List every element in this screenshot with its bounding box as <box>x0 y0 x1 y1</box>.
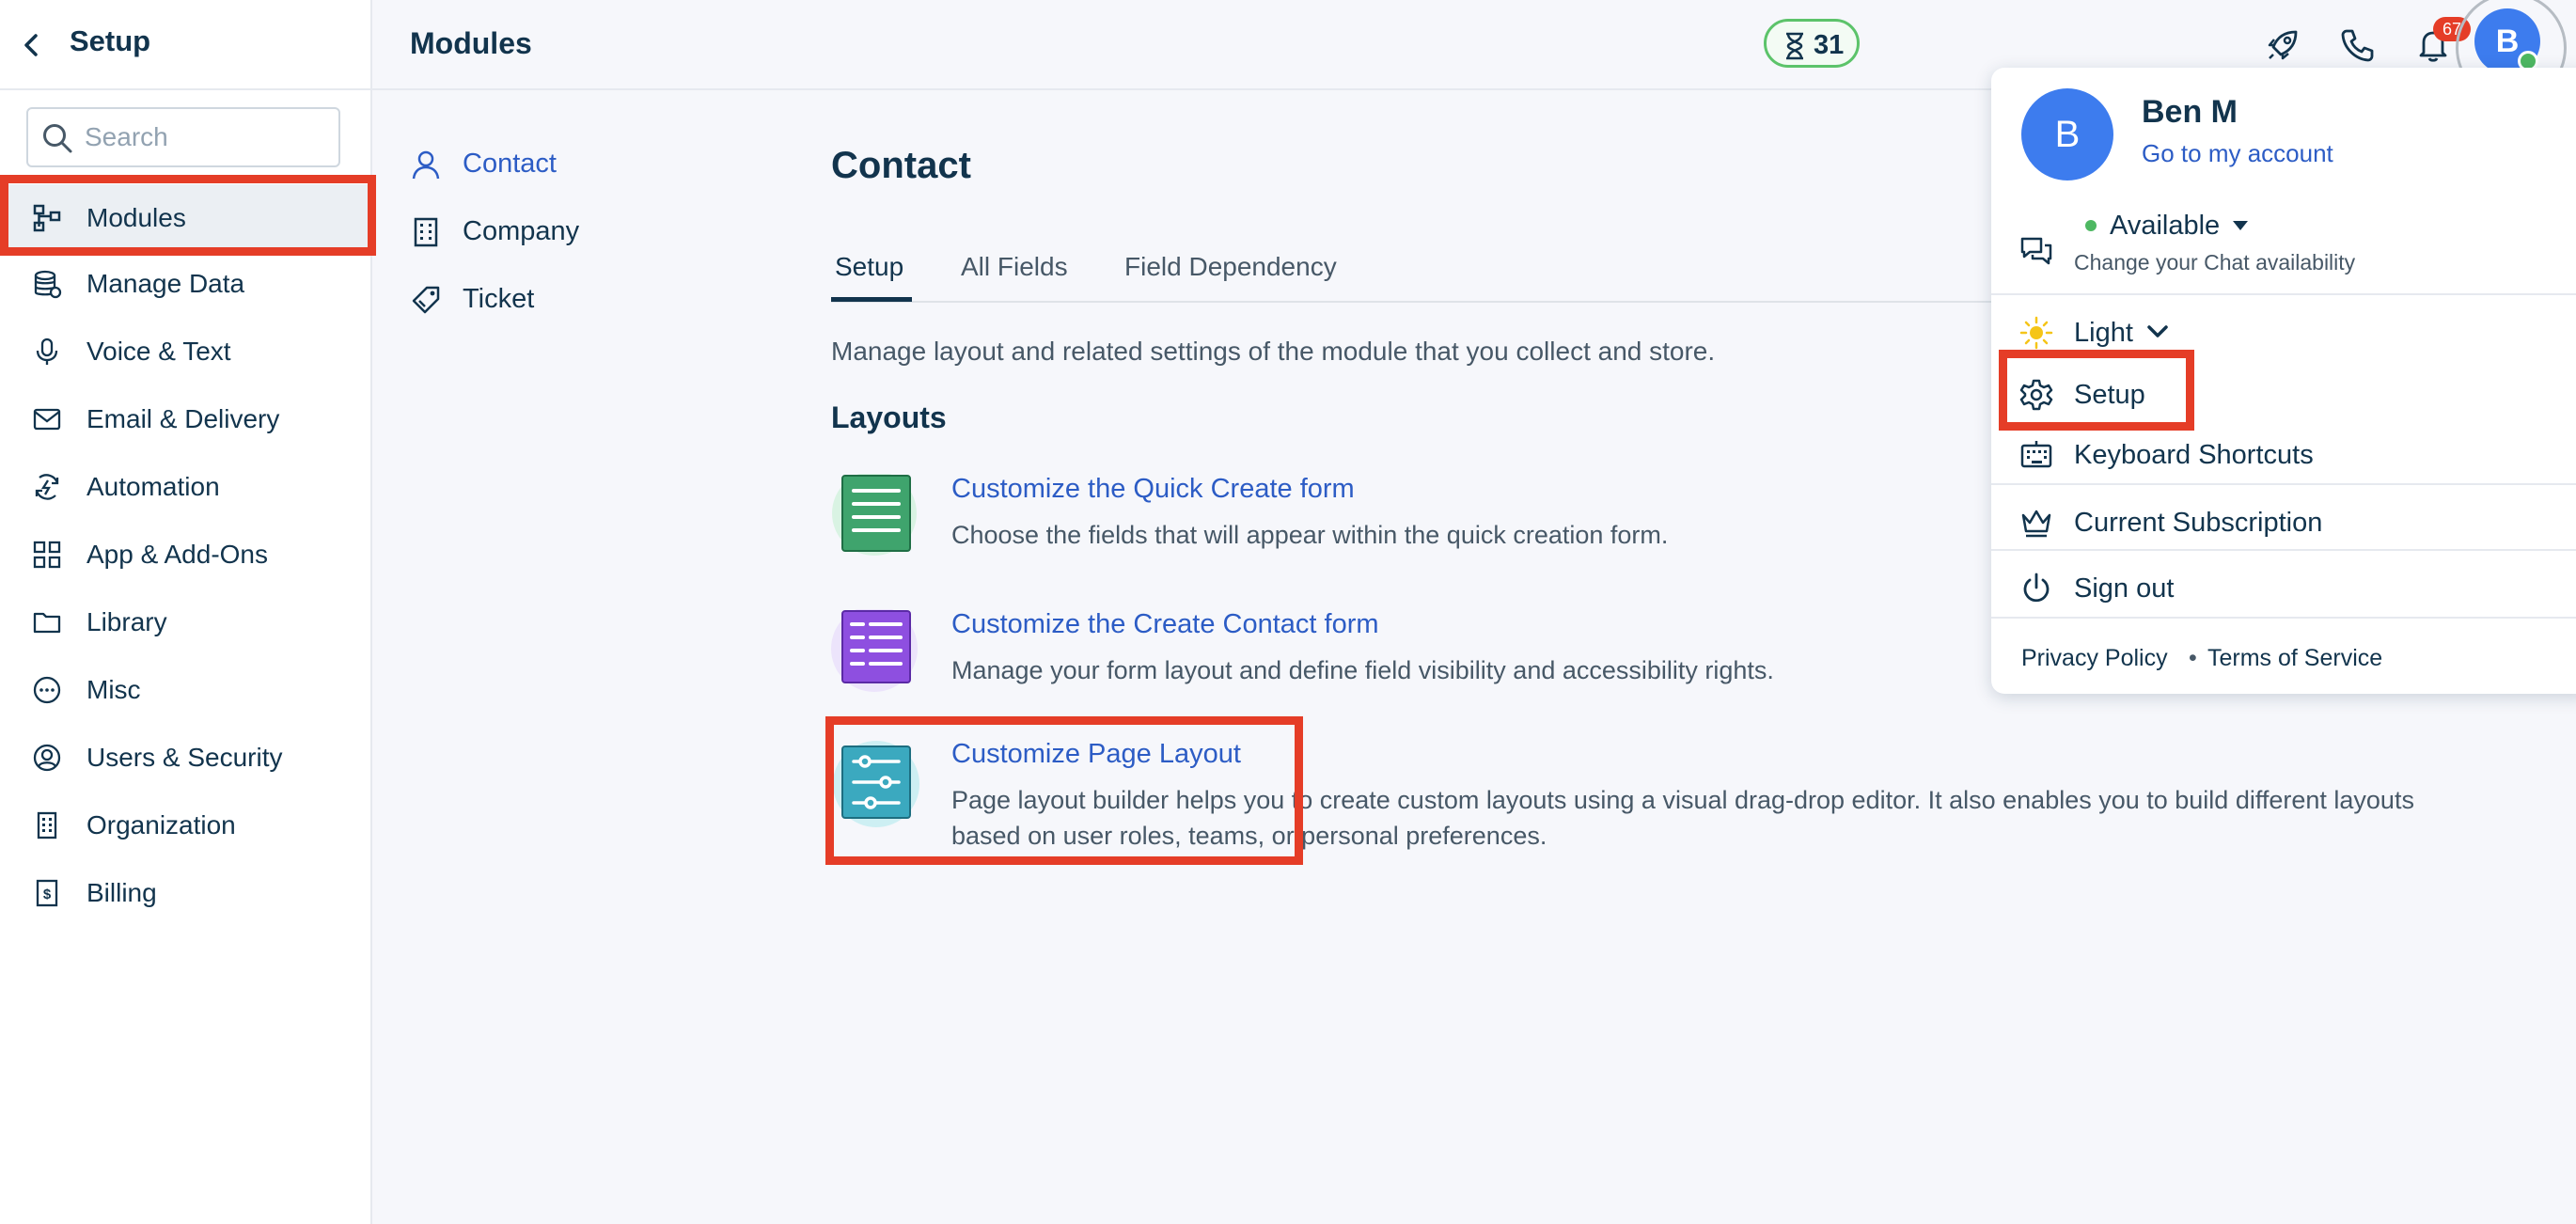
privacy-policy-link[interactable]: Privacy Policy <box>2021 645 2168 672</box>
microphone-icon <box>36 337 58 365</box>
footer-separator: • <box>2189 645 2197 671</box>
sun-icon <box>2019 316 2053 350</box>
search-input[interactable] <box>85 118 329 156</box>
rocket-icon[interactable] <box>2264 26 2301 64</box>
divider <box>1991 293 2576 295</box>
sidebar-item-label: Voice & Text <box>86 337 231 366</box>
available-dot <box>2085 220 2097 231</box>
active-tab-indicator <box>831 297 912 302</box>
hourglass-icon <box>1786 32 1803 60</box>
envelope-icon <box>33 408 61 431</box>
tab-setup[interactable]: Setup <box>835 252 903 303</box>
person-icon <box>412 150 440 180</box>
chat-icon <box>2020 237 2052 265</box>
highlight-page-layout <box>825 716 1303 865</box>
contact-form-icon <box>831 609 918 692</box>
sidebar-item-email-delivery[interactable]: Email & Delivery <box>0 385 370 451</box>
tab-field-dependency[interactable]: Field Dependency <box>1124 252 1337 303</box>
module-description: Manage layout and related settings of th… <box>831 337 1716 366</box>
trial-days-count: 31 <box>1814 30 1845 60</box>
sidebar-header: Setup <box>0 0 370 90</box>
subnav-label: Contact <box>463 149 557 179</box>
quick-form-icon <box>832 474 917 556</box>
automation-icon <box>35 474 59 500</box>
sidebar-item-users-security[interactable]: Users & Security <box>0 724 370 790</box>
subnav-item-ticket[interactable]: Ticket <box>406 273 716 325</box>
sidebar-title: Setup <box>70 24 151 57</box>
sidebar-item-voice-text[interactable]: Voice & Text <box>0 318 370 384</box>
sidebar-item-library[interactable]: Library <box>0 588 370 654</box>
keyboard-icon <box>2020 441 2052 468</box>
sidebar-item-manage-data[interactable]: Manage Data <box>0 250 370 316</box>
caret-down-icon <box>2233 221 2248 230</box>
availability-row[interactable]: Available Change your Chat availability <box>1991 207 2576 291</box>
more-circle-icon <box>33 676 61 704</box>
phone-icon[interactable] <box>2339 26 2377 64</box>
subnav-label: Company <box>463 216 580 246</box>
apps-grid-icon <box>33 541 61 569</box>
sidebar-item-apps[interactable]: App & Add-Ons <box>0 521 370 587</box>
user-circle-icon <box>33 744 61 772</box>
sidebar-item-organization[interactable]: Organization <box>0 792 370 857</box>
user-name: Ben M <box>2142 94 2238 130</box>
sidebar-item-billing[interactable]: $ Billing <box>0 859 370 925</box>
keyboard-label: Keyboard Shortcuts <box>2074 440 2314 470</box>
theme-label: Light <box>2074 318 2133 348</box>
building-icon <box>414 217 438 247</box>
module-title: Contact <box>831 145 971 186</box>
keyboard-shortcuts-item[interactable]: Keyboard Shortcuts <box>1991 429 2576 481</box>
tab-all-fields[interactable]: All Fields <box>961 252 1068 303</box>
page-title: Modules <box>410 26 532 60</box>
trial-days-badge[interactable]: 31 <box>1764 19 1860 68</box>
sidebar-item-label: Manage Data <box>86 269 245 298</box>
subscription-label: Current Subscription <box>2074 508 2323 538</box>
terms-of-service-link[interactable]: Terms of Service <box>2207 645 2382 672</box>
subscription-item[interactable]: Current Subscription <box>1991 494 2576 549</box>
layout-link[interactable]: Customize the Create Contact form <box>951 609 1379 640</box>
chevron-down-icon <box>2147 325 2168 337</box>
svg-text:$: $ <box>43 887 52 902</box>
sidebar-item-label: Library <box>86 607 167 636</box>
highlight-modules <box>0 175 376 256</box>
sidebar-item-label: App & Add-Ons <box>86 540 269 569</box>
divider <box>1991 483 2576 485</box>
search-icon <box>43 124 72 153</box>
sidebar-item-label: Misc <box>86 675 141 704</box>
sign-out-label: Sign out <box>2074 573 2175 604</box>
billing-icon: $ <box>36 879 58 907</box>
sign-out-item[interactable]: Sign out <box>1991 560 2576 615</box>
availability-status: Available <box>2110 211 2221 241</box>
crown-icon <box>2021 510 2051 538</box>
sidebar-item-label: Email & Delivery <box>86 404 280 433</box>
sidebar-item-label: Billing <box>86 878 157 907</box>
sidebar-item-misc[interactable]: Misc <box>0 656 370 722</box>
power-icon <box>2023 573 2050 603</box>
layouts-heading: Layouts <box>831 400 947 434</box>
divider <box>1991 549 2576 551</box>
divider <box>1991 617 2576 619</box>
sidebar-item-label: Automation <box>86 472 220 501</box>
sidebar-item-label: Organization <box>86 810 236 840</box>
highlight-setup <box>1999 350 2194 431</box>
layout-link[interactable]: Customize the Quick Create form <box>951 474 1355 505</box>
subnav-label: Ticket <box>463 284 535 314</box>
building-icon <box>37 811 57 840</box>
back-arrow-icon[interactable] <box>21 26 41 64</box>
search-box[interactable] <box>26 107 340 167</box>
subnav-item-company[interactable]: Company <box>406 205 716 258</box>
sidebar-item-label: Users & Security <box>86 743 283 772</box>
database-icon <box>34 270 62 299</box>
dropdown-avatar: B <box>2021 88 2113 180</box>
sidebar-item-automation[interactable]: Automation <box>0 453 370 519</box>
my-account-link[interactable]: Go to my account <box>2142 139 2333 168</box>
ticket-icon <box>412 286 440 314</box>
availability-hint: Change your Chat availability <box>2074 250 2356 275</box>
folder-icon <box>33 612 61 634</box>
subnav-item-contact[interactable]: Contact <box>406 137 716 190</box>
